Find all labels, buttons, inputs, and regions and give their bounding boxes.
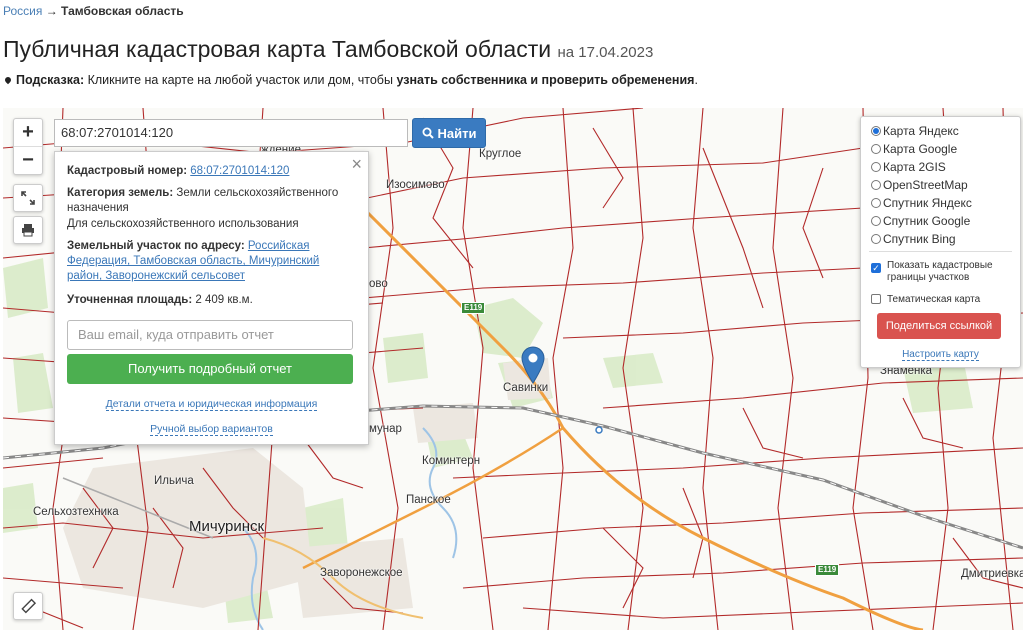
place-label: мунар xyxy=(369,423,402,435)
get-report-button[interactable]: Получить подробный отчет xyxy=(67,354,353,384)
land-category: Категория земель: Земли сельскохозяйстве… xyxy=(67,187,339,214)
breadcrumb-russia[interactable]: Россия xyxy=(3,4,42,18)
search-button[interactable]: Найти xyxy=(412,118,486,148)
checkbox-icon[interactable]: ✓ xyxy=(871,263,881,273)
radio-icon[interactable] xyxy=(871,198,881,208)
search-icon xyxy=(422,127,434,139)
thematic-option[interactable]: Тематическая карта xyxy=(871,291,980,307)
layer-option[interactable]: Спутник Bing xyxy=(871,231,956,247)
print-icon xyxy=(22,224,34,237)
place-label: Дмитриевка xyxy=(961,568,1023,580)
land-use: Для сельскохозяйственного использования xyxy=(67,218,299,230)
ruler-icon xyxy=(21,598,36,614)
place-label: Коминтерн xyxy=(422,455,481,467)
checkbox-icon[interactable] xyxy=(871,294,881,304)
location-marker-icon[interactable] xyxy=(520,346,546,384)
place-label-city: Мичуринск xyxy=(189,518,265,535)
details-link[interactable]: Детали отчета и юридическая информация xyxy=(105,398,318,411)
layer-option[interactable]: OpenStreetMap xyxy=(871,177,968,193)
zoom-control: + − xyxy=(13,118,43,175)
radio-icon[interactable] xyxy=(871,162,881,172)
page-title: Публичная кадастровая карта Тамбовской о… xyxy=(3,36,654,62)
place-label: Круглое xyxy=(479,148,522,160)
breadcrumb-region: Тамбовская область xyxy=(61,4,184,18)
parcel-area: Уточненная площадь: 2 409 кв.м. xyxy=(67,294,253,306)
layer-option[interactable]: Карта Google xyxy=(871,141,957,157)
expand-icon xyxy=(21,191,35,205)
fullscreen-button[interactable] xyxy=(13,184,43,212)
place-label: Панское xyxy=(406,494,451,506)
ruler-button[interactable] xyxy=(13,592,43,620)
layer-option[interactable]: Карта 2GIS xyxy=(871,159,946,175)
place-label: Изосимово xyxy=(386,179,445,191)
map[interactable]: Круглое Изосимово Савинки Коминтерн Панс… xyxy=(3,108,1023,630)
configure-row: Настроить карту xyxy=(861,349,1020,361)
cadastral-link[interactable]: 68:07:2701014:120 xyxy=(190,165,289,177)
radio-icon[interactable] xyxy=(871,144,881,154)
place-label: Заворонежское xyxy=(320,567,403,579)
print-button[interactable] xyxy=(13,216,43,244)
configure-map-link[interactable]: Настроить карту xyxy=(902,349,979,361)
search-input[interactable]: 68:07:2701014:120 xyxy=(54,119,408,147)
hint: Подсказка: Кликните на карте на любой уч… xyxy=(3,73,698,87)
layer-option[interactable]: Спутник Яндекс xyxy=(871,195,972,211)
email-field[interactable]: Ваш email, куда отправить отчет xyxy=(67,320,353,350)
cadastral-number: Кадастровый номер: 68:07:2701014:120 xyxy=(67,165,290,177)
layer-switcher: Карта Яндекс Карта Google Карта 2GIS Ope… xyxy=(860,116,1021,368)
place-label: Ильича xyxy=(154,475,194,487)
zoom-out-button[interactable]: − xyxy=(14,146,42,174)
pin-icon xyxy=(3,75,13,85)
radio-icon[interactable] xyxy=(871,234,881,244)
radio-icon[interactable] xyxy=(871,180,881,190)
road-shield: E119 xyxy=(461,302,486,314)
radio-icon[interactable] xyxy=(871,126,881,136)
divider xyxy=(869,251,1012,252)
place-label: Сельхозтехника xyxy=(33,506,119,518)
manual-select-link[interactable]: Ручной выбор вариантов xyxy=(150,423,273,436)
radio-icon[interactable] xyxy=(871,216,881,226)
road-shield: E119 xyxy=(815,564,840,576)
layer-option[interactable]: Спутник Google xyxy=(871,213,970,229)
share-button[interactable]: Поделиться ссылкой xyxy=(877,313,1001,339)
show-bounds-option[interactable]: ✓ Показать кадастровые границы участков xyxy=(871,260,1017,286)
breadcrumb: Россия → Тамбовская область xyxy=(3,4,184,18)
manual-link-row: Ручной выбор вариантов xyxy=(55,423,368,436)
parcel-address: Земельный участок по адресу: Российская … xyxy=(67,240,320,282)
parcel-popup: × Кадастровый номер: 68:07:2701014:120 К… xyxy=(54,151,369,445)
page-date: на 17.04.2023 xyxy=(557,44,654,61)
zoom-in-button[interactable]: + xyxy=(14,119,42,146)
place-label: ово xyxy=(369,278,388,290)
details-link-row: Детали отчета и юридическая информация xyxy=(55,398,368,411)
layer-option[interactable]: Карта Яндекс xyxy=(871,123,959,139)
breadcrumb-arrow: → xyxy=(45,4,58,18)
